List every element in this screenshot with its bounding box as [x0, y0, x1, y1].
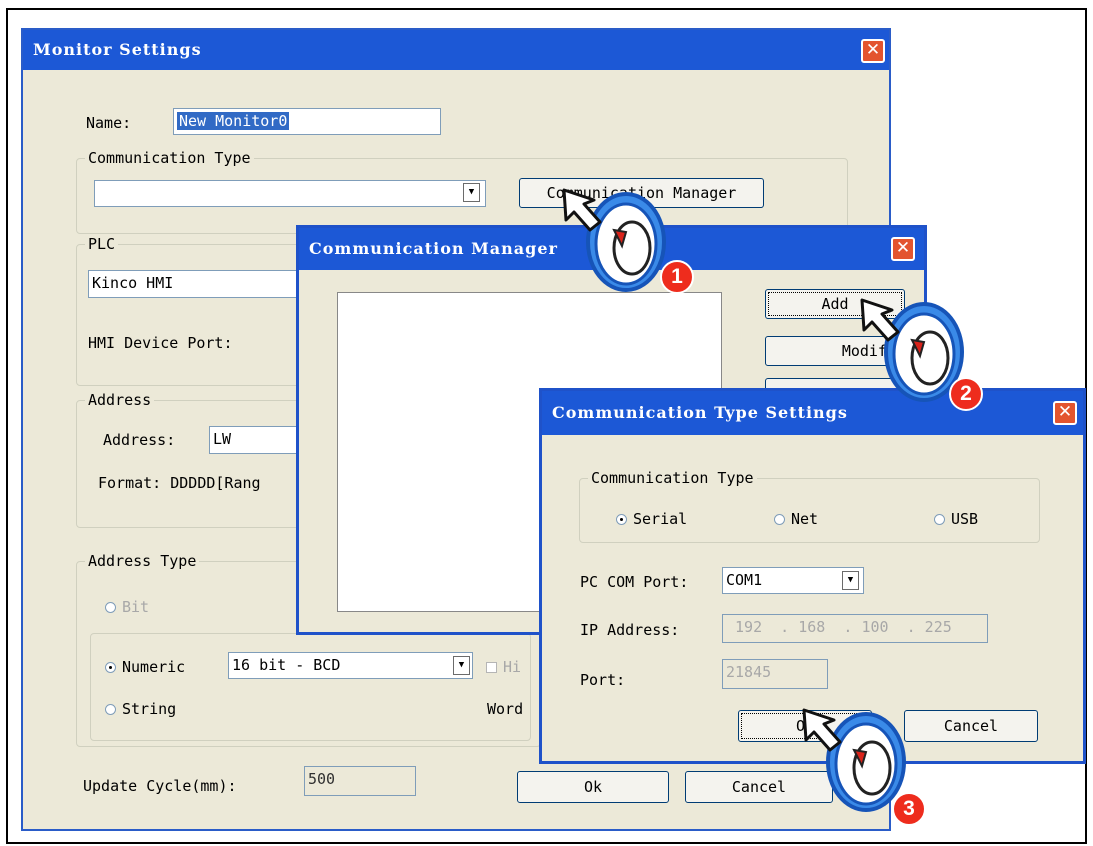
group-label: Address Type: [85, 551, 200, 571]
group-label: Communication Type: [588, 468, 757, 488]
address-group: Address: [76, 390, 316, 528]
checkbox-icon: [486, 662, 497, 673]
close-button[interactable]: ✕: [861, 39, 885, 63]
com-port-label: PC COM Port:: [580, 573, 689, 591]
name-field[interactable]: New Monitor0: [173, 108, 441, 135]
name-label: Name:: [86, 114, 132, 132]
radio-icon: [105, 602, 116, 613]
radio-icon: [616, 514, 627, 525]
chevron-down-icon[interactable]: ▼: [842, 571, 859, 590]
port-label: Port:: [580, 671, 626, 689]
numeric-subgroup: [90, 633, 531, 741]
group-label: Address: [85, 390, 155, 410]
word-label: Word: [487, 700, 524, 718]
high-checkbox[interactable]: Hi: [486, 658, 521, 676]
plc-select[interactable]: Kinco HMI: [88, 270, 318, 298]
ip-address-field[interactable]: 192 . 168 . 100 . 225: [722, 614, 988, 643]
radio-icon: [105, 662, 116, 673]
title-bar: Monitor Settings: [23, 30, 889, 70]
address-label: Address:: [103, 431, 176, 449]
update-cycle-field[interactable]: 500: [304, 766, 416, 796]
address-select[interactable]: LW: [209, 426, 304, 454]
usb-radio[interactable]: USB: [934, 510, 978, 528]
radio-icon: [105, 704, 116, 715]
numeric-format-select[interactable]: 16 bit - BCD: [228, 652, 473, 679]
step-badge: 2: [949, 377, 983, 411]
close-button[interactable]: ✕: [891, 237, 915, 261]
close-button[interactable]: ✕: [1053, 401, 1077, 425]
update-cycle-label: Update Cycle(mm):: [83, 777, 237, 795]
window-title: Communication Type Settings: [552, 403, 848, 422]
communication-type-select[interactable]: [94, 180, 486, 207]
window-title: Communication Manager: [309, 239, 558, 258]
title-bar: Communication Type Settings: [542, 391, 1083, 435]
chevron-down-icon[interactable]: ▼: [463, 183, 480, 202]
radio-icon: [934, 514, 945, 525]
plc-group: PLC: [76, 234, 316, 386]
ok-button[interactable]: Ok: [517, 771, 669, 803]
ip-address-label: IP Address:: [580, 621, 680, 639]
net-radio[interactable]: Net: [774, 510, 818, 528]
port-field[interactable]: 21845: [722, 659, 828, 689]
window-title: Monitor Settings: [33, 40, 202, 59]
string-radio[interactable]: String: [105, 700, 176, 718]
group-label: PLC: [85, 234, 119, 254]
bit-radio[interactable]: Bit: [105, 598, 149, 616]
numeric-radio[interactable]: Numeric: [105, 658, 185, 676]
step-badge: 1: [660, 260, 694, 294]
format-label: Format: DDDDD[Rang: [98, 474, 261, 492]
serial-radio[interactable]: Serial: [616, 510, 687, 528]
chevron-down-icon[interactable]: ▼: [453, 656, 470, 675]
hmi-port-label: HMI Device Port:: [88, 334, 233, 352]
step-badge: 3: [892, 792, 926, 826]
group-label: Communication Type: [85, 148, 254, 168]
radio-icon: [774, 514, 785, 525]
